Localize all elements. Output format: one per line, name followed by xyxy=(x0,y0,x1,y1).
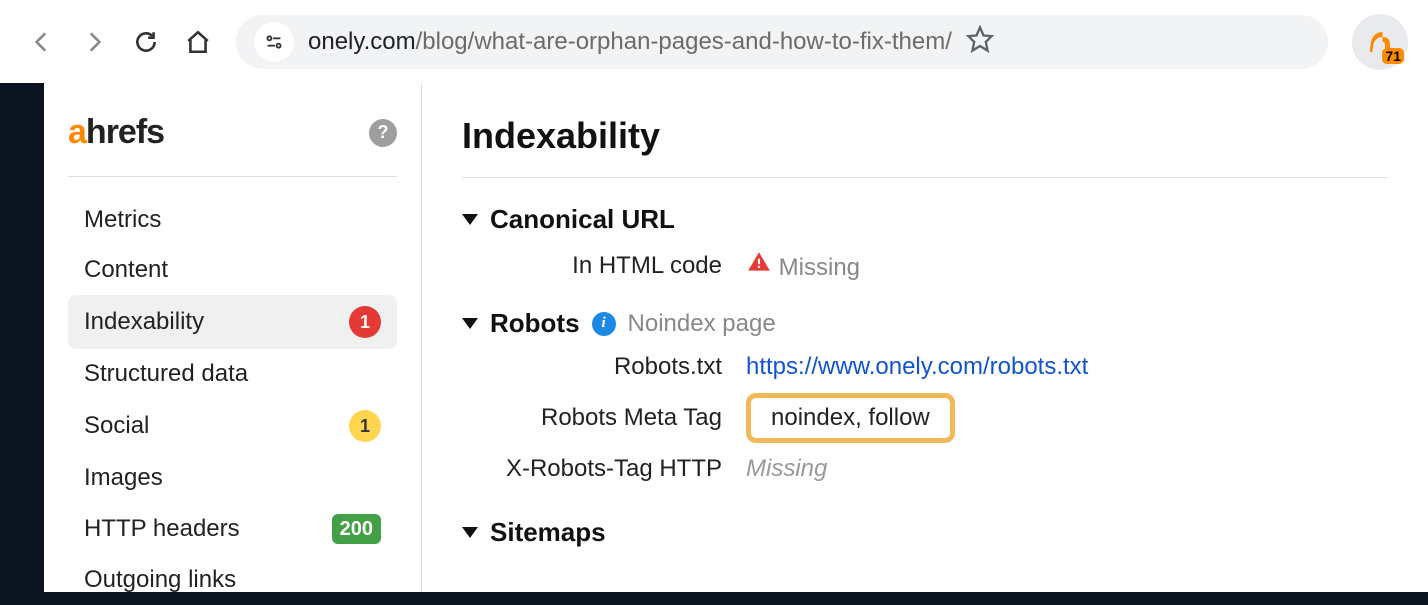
chevron-down-icon xyxy=(462,318,478,329)
section-title: Sitemaps xyxy=(490,517,606,548)
forward-button[interactable] xyxy=(72,20,116,64)
reload-button[interactable] xyxy=(124,20,168,64)
sidebar-item-label: Images xyxy=(84,464,163,492)
row-robots-meta: Robots Meta Tag noindex, follow xyxy=(462,393,1388,443)
sidebar-item-indexability[interactable]: Indexability 1 xyxy=(68,295,397,349)
sidebar-item-metrics[interactable]: Metrics xyxy=(68,195,397,245)
section-robots-header[interactable]: Robots i Noindex page xyxy=(462,308,1388,339)
row-value: Missing xyxy=(746,249,1388,282)
chevron-down-icon xyxy=(462,214,478,225)
row-label: Robots Meta Tag xyxy=(462,404,722,432)
sidebar-item-label: Indexability xyxy=(84,308,204,336)
extension-badge: 71 xyxy=(1382,48,1404,64)
chevron-down-icon xyxy=(462,527,478,538)
sidebar-item-structured-data[interactable]: Structured data xyxy=(68,349,397,399)
sidebar-item-images[interactable]: Images xyxy=(68,453,397,503)
robots-txt-link[interactable]: https://www.onely.com/robots.txt xyxy=(746,353,1388,381)
sidebar-item-label: HTTP headers xyxy=(84,515,240,543)
content-pane: Indexability Canonical URL In HTML code … xyxy=(422,83,1428,592)
section-note: Noindex page xyxy=(628,310,776,338)
sidebar-item-label: Metrics xyxy=(84,206,161,234)
sidebar-item-content[interactable]: Content xyxy=(68,245,397,295)
row-label: X-Robots-Tag HTTP xyxy=(462,455,722,483)
section-title: Robots xyxy=(490,308,580,339)
section-canonical-header[interactable]: Canonical URL xyxy=(462,204,1388,235)
warning-icon xyxy=(746,254,779,281)
row-canonical-html: In HTML code Missing xyxy=(462,249,1388,282)
row-label: Robots.txt xyxy=(462,353,722,381)
bookmark-star-icon[interactable] xyxy=(966,25,994,58)
ahrefs-extension-button[interactable]: 71 xyxy=(1352,14,1408,70)
badge-count: 1 xyxy=(349,410,381,442)
ahrefs-logo: ahrefs xyxy=(68,113,164,152)
browser-toolbar: onely.com/blog/what-are-orphan-pages-and… xyxy=(0,0,1428,83)
badge-status: 200 xyxy=(332,514,381,544)
home-button[interactable] xyxy=(176,20,220,64)
sidebar-item-http-headers[interactable]: HTTP headers 200 xyxy=(68,503,397,555)
row-xrobots: X-Robots-Tag HTTP Missing xyxy=(462,455,1388,483)
sidebar-item-label: Outgoing links xyxy=(84,566,236,594)
url-text: onely.com/blog/what-are-orphan-pages-and… xyxy=(308,28,952,56)
info-icon[interactable]: i xyxy=(592,312,616,336)
page-title: Indexability xyxy=(462,115,1388,178)
sidebar-item-outgoing-links[interactable]: Outgoing links xyxy=(68,555,397,605)
section-sitemaps-header[interactable]: Sitemaps xyxy=(462,517,1388,548)
section-title: Canonical URL xyxy=(490,204,675,235)
row-value: noindex, follow xyxy=(746,393,1388,443)
help-icon[interactable]: ? xyxy=(369,119,397,147)
sidebar-item-social[interactable]: Social 1 xyxy=(68,399,397,453)
site-settings-icon[interactable] xyxy=(254,22,294,62)
sidebar-item-label: Structured data xyxy=(84,360,248,388)
sidebar-item-label: Social xyxy=(84,412,149,440)
row-label: In HTML code xyxy=(462,252,722,280)
highlighted-value: noindex, follow xyxy=(746,393,955,443)
row-robots-txt: Robots.txt https://www.onely.com/robots.… xyxy=(462,353,1388,381)
back-button[interactable] xyxy=(20,20,64,64)
address-bar[interactable]: onely.com/blog/what-are-orphan-pages-and… xyxy=(236,15,1328,69)
extension-panel: ahrefs ? Metrics Content Indexability 1 … xyxy=(44,83,1428,592)
row-value: Missing xyxy=(746,455,1388,483)
badge-count: 1 xyxy=(349,306,381,338)
sidebar: ahrefs ? Metrics Content Indexability 1 … xyxy=(44,83,422,592)
sidebar-item-label: Content xyxy=(84,256,168,284)
